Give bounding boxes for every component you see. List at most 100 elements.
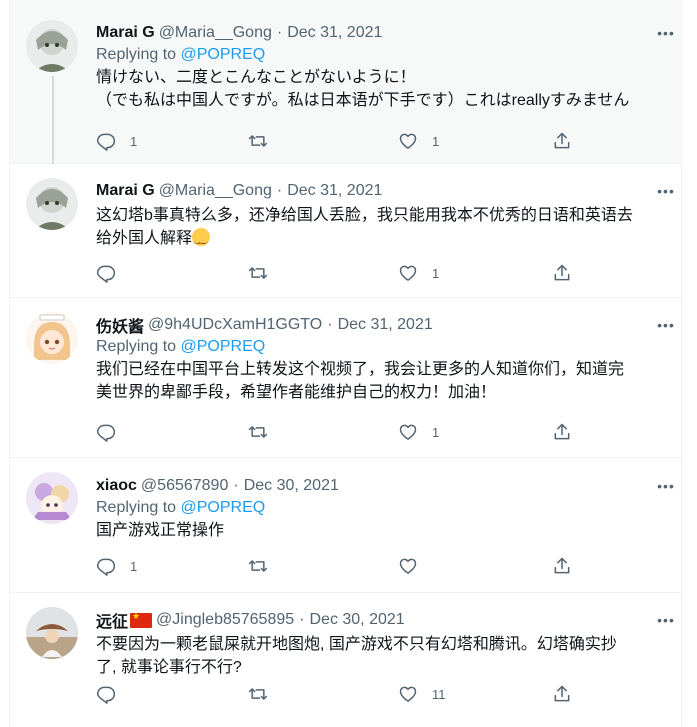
user-handle[interactable]: @Maria__Gong — [159, 182, 272, 200]
tweet-text: 情けない、二度とこんなことがないように！ （でも私は中国人ですが。私は日本语が下… — [96, 69, 630, 109]
display-name[interactable]: xiaoc — [96, 477, 137, 495]
retweet-icon — [248, 263, 268, 283]
share-button[interactable] — [552, 684, 572, 704]
avatar[interactable] — [26, 607, 78, 659]
display-name[interactable]: Marai G — [96, 24, 155, 42]
more-icon[interactable]: ••• — [655, 22, 677, 44]
tweet-header: 远征 @Jingleb85765895 · Dec 30, 2021 — [96, 608, 667, 632]
replying-to-label: Replying to — [96, 46, 181, 63]
tweet-actions: 11 — [96, 683, 596, 705]
share-icon — [552, 422, 572, 442]
tweet[interactable]: Marai G @Maria__Gong · Dec 31, 2021 Repl… — [10, 0, 681, 164]
tweet[interactable]: 伤妖酱 @9h4UDcXamH1GGTO · Dec 31, 2021 Repl… — [10, 298, 681, 458]
tweet-date[interactable]: Dec 31, 2021 — [287, 182, 382, 200]
tweet-actions: 1 1 — [96, 130, 596, 152]
reply-button[interactable] — [96, 422, 130, 442]
tweet-date[interactable]: Dec 31, 2021 — [287, 24, 382, 42]
reply-button[interactable] — [96, 684, 130, 704]
like-count: 1 — [432, 133, 440, 149]
tweet[interactable]: xiaoc @56567890 · Dec 30, 2021 Replying … — [10, 458, 681, 593]
more-icon[interactable]: ••• — [655, 180, 677, 202]
tweet-header: 伤妖酱 @9h4UDcXamH1GGTO · Dec 31, 2021 — [96, 314, 667, 336]
retweet-icon — [248, 556, 268, 576]
avatar[interactable] — [26, 20, 78, 72]
like-count: 1 — [432, 265, 440, 281]
retweet-button[interactable] — [248, 263, 282, 283]
reply-icon — [96, 556, 116, 576]
separator-dot: · — [299, 611, 305, 628]
tweet[interactable]: 远征 @Jingleb85765895 · Dec 30, 2021 不要因为一… — [10, 593, 681, 727]
like-button[interactable]: 1 — [398, 131, 439, 151]
china-flag-icon — [130, 611, 153, 628]
user-handle[interactable]: @9h4UDcXamH1GGTO — [148, 316, 322, 334]
like-icon — [398, 263, 418, 283]
reply-count: 1 — [130, 558, 138, 574]
like-count: 11 — [432, 686, 446, 702]
reply-icon — [96, 263, 116, 283]
reply-feed: Marai G @Maria__Gong · Dec 31, 2021 Repl… — [9, 0, 682, 727]
tweet-date[interactable]: Dec 31, 2021 — [338, 316, 433, 334]
avatar[interactable] — [26, 312, 78, 364]
share-button[interactable] — [552, 422, 572, 442]
tweet-header: Marai G @Maria__Gong · Dec 31, 2021 — [96, 22, 667, 44]
tweet-actions: 1 — [96, 555, 596, 577]
like-button[interactable]: 11 — [398, 684, 446, 704]
replying-to: Replying to @POPREQ — [96, 338, 667, 356]
separator-dot: · — [233, 477, 239, 494]
reply-icon — [96, 422, 116, 442]
tweet-text: 国产游戏正常操作 — [96, 522, 225, 539]
like-icon — [398, 131, 418, 151]
retweet-icon — [248, 422, 268, 442]
like-button[interactable]: 1 — [398, 422, 439, 442]
retweet-icon — [248, 684, 268, 704]
tweet-text-line: 这幻塔b事真特么多，还净给国人丢脸，我只能用我本不优秀的日语和英语去 — [96, 207, 633, 224]
user-handle[interactable]: @56567890 — [141, 477, 228, 495]
display-name[interactable]: 伤妖酱 — [96, 313, 144, 337]
share-button[interactable] — [552, 556, 572, 576]
like-icon — [398, 684, 418, 704]
share-icon — [552, 131, 572, 151]
share-button[interactable] — [552, 263, 572, 283]
reply-button[interactable] — [96, 263, 130, 283]
retweet-button[interactable] — [248, 684, 282, 704]
more-icon[interactable]: ••• — [655, 609, 677, 631]
tweet-text-line: 给外国人解释 — [96, 230, 193, 247]
user-handle[interactable]: @Jingleb85765895 — [156, 611, 294, 629]
tweet-text: 这幻塔b事真特么多，还净给国人丢脸，我只能用我本不优秀的日语和英语去 给外国人解… — [96, 204, 667, 252]
tweet-header: xiaoc @56567890 · Dec 30, 2021 — [96, 475, 667, 497]
like-icon — [398, 422, 418, 442]
display-name[interactable]: Marai G — [96, 182, 155, 200]
avatar[interactable] — [26, 472, 78, 524]
user-handle[interactable]: @Maria__Gong — [159, 24, 272, 42]
share-button[interactable] — [552, 131, 572, 151]
retweet-button[interactable] — [248, 422, 282, 442]
tweet-date[interactable]: Dec 30, 2021 — [309, 611, 404, 629]
replying-to-link[interactable]: @POPREQ — [181, 338, 266, 355]
like-icon — [398, 556, 418, 576]
reply-count: 1 — [130, 133, 138, 149]
retweet-button[interactable] — [248, 131, 282, 151]
tweet[interactable]: Marai G @Maria__Gong · Dec 31, 2021 这幻塔b… — [10, 164, 681, 298]
thread-line — [52, 76, 54, 164]
tweet-actions: 1 — [96, 421, 596, 443]
more-icon[interactable]: ••• — [655, 475, 677, 497]
tweet-date[interactable]: Dec 30, 2021 — [244, 477, 339, 495]
replying-to: Replying to @POPREQ — [96, 46, 667, 64]
replying-to-link[interactable]: @POPREQ — [181, 46, 266, 63]
replying-to-label: Replying to — [96, 499, 181, 516]
more-icon[interactable]: ••• — [655, 314, 677, 336]
like-button[interactable]: 1 — [398, 263, 439, 283]
replying-to: Replying to @POPREQ — [96, 499, 667, 517]
replying-to-label: Replying to — [96, 338, 181, 355]
reply-button[interactable]: 1 — [96, 131, 137, 151]
avatar[interactable] — [26, 178, 78, 230]
tweet-actions: 1 — [96, 262, 596, 284]
display-name[interactable]: 远征 — [96, 608, 128, 632]
share-icon — [552, 684, 572, 704]
tweet-header: Marai G @Maria__Gong · Dec 31, 2021 — [96, 180, 667, 202]
reply-button[interactable]: 1 — [96, 556, 137, 576]
replying-to-link[interactable]: @POPREQ — [181, 499, 266, 516]
retweet-button[interactable] — [248, 556, 282, 576]
like-count: 1 — [432, 424, 440, 440]
like-button[interactable] — [398, 556, 432, 576]
